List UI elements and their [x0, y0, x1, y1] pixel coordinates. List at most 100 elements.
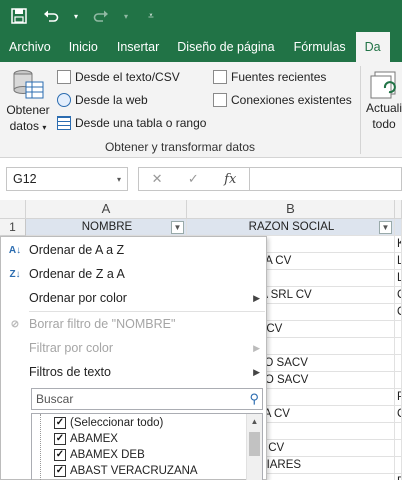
save-icon[interactable] [8, 5, 30, 27]
filter-dropdown-menu: A↓ Ordenar de A a Z Z↓ Ordenar de Z a A … [0, 236, 267, 480]
formula-bar: G12 ▾ ✕ ✓ fx [0, 158, 402, 200]
tab-diseno-pagina[interactable]: Diseño de página [168, 32, 283, 62]
undo-dropdown-icon[interactable]: ▾ [72, 5, 80, 27]
sort-za-label: Ordenar de Z a A [29, 267, 125, 281]
from-text-csv-button[interactable]: Desde el texto/CSV [57, 70, 180, 84]
chevron-down-icon[interactable]: ▾ [117, 175, 121, 184]
recent-sources-button[interactable]: Fuentes recientes [213, 70, 326, 84]
from-table-button[interactable]: Desde una tabla o rango [57, 116, 206, 130]
tab-inicio[interactable]: Inicio [59, 32, 108, 62]
cancel-icon[interactable]: ✕ [152, 171, 163, 187]
cell-c[interactable] [395, 440, 402, 457]
text-filters-item[interactable]: Filtros de texto ▶ [1, 360, 266, 384]
cell-c[interactable]: B [395, 474, 402, 480]
cell-c[interactable] [395, 338, 402, 355]
submenu-arrow-icon: ▶ [253, 292, 260, 303]
header-razon-label: RAZON SOCIAL [248, 221, 335, 233]
select-all-corner[interactable] [0, 200, 26, 219]
clear-filter-item[interactable]: ⊘ Borrar filtro de "NOMBRE" [1, 312, 266, 336]
checkbox-checked-icon[interactable]: ✓ [54, 433, 66, 445]
cell-c[interactable]: O [395, 304, 402, 321]
column-header-c[interactable] [395, 200, 402, 219]
web-icon [57, 93, 71, 107]
list-item-label: ABAMEX DEB [70, 449, 145, 461]
sort-za-icon: Z↓ [9, 268, 21, 280]
tab-formulas[interactable]: Fórmulas [284, 32, 356, 62]
submenu-arrow-icon: ▶ [253, 366, 260, 377]
from-table-label: Desde una tabla o rango [75, 116, 207, 130]
clear-filter-label: Borrar filtro de "NOMBRE" [29, 317, 176, 331]
tab-insertar[interactable]: Insertar [108, 32, 168, 62]
enter-icon[interactable]: ✓ [188, 171, 199, 187]
sort-color-label: Ordenar por color [29, 291, 127, 305]
formula-controls: ✕ ✓ fx [138, 167, 250, 191]
header-cell-c[interactable] [395, 219, 402, 236]
redo-icon[interactable] [90, 5, 112, 27]
refresh-all-button[interactable]: Actuali todo [364, 68, 402, 142]
column-header-b[interactable]: B [187, 200, 395, 219]
search-icon[interactable]: ⚲ [249, 391, 259, 407]
sort-a-to-z-item[interactable]: A↓ Ordenar de A a Z [1, 238, 266, 262]
scroll-up-icon[interactable]: ▲ [247, 414, 262, 430]
formula-input[interactable] [250, 167, 402, 191]
checkbox-checked-icon[interactable]: ✓ [54, 417, 66, 429]
text-filters-label: Filtros de texto [29, 365, 111, 379]
ribbon-data-panel: Obtener datos ▾ Desde el texto/CSV Desde … [0, 62, 402, 158]
cell-c[interactable]: K [395, 236, 402, 253]
cell-c[interactable] [395, 423, 402, 440]
column-header-a[interactable]: A [26, 200, 187, 219]
checkbox-checked-icon[interactable]: ✓ [54, 449, 66, 461]
cell-c[interactable] [395, 355, 402, 372]
redo-dropdown-icon[interactable]: ▾ [122, 5, 130, 27]
cell-c[interactable] [395, 321, 402, 338]
cell-c[interactable]: P [395, 389, 402, 406]
cell-c[interactable]: C [395, 287, 402, 304]
filter-search-input[interactable]: Buscar ⚲ [31, 388, 263, 410]
filter-dropdown-button-b[interactable]: ▼ [379, 221, 392, 234]
row-header-1[interactable]: 1 [0, 219, 26, 236]
database-icon [13, 70, 44, 99]
list-item[interactable]: ✓ (Seleccionar todo) [54, 415, 163, 431]
clear-filter-icon: ⊘ [10, 318, 20, 330]
list-item[interactable]: ✓ ABAST VERACRUZANA [54, 463, 198, 479]
sort-az-icon: A↓ [8, 244, 22, 256]
connections-icon [213, 93, 227, 107]
list-item-label: ABAST VERACRUZANA [70, 465, 198, 477]
name-box[interactable]: G12 ▾ [6, 167, 128, 191]
list-item[interactable]: ✓ ABAMEX DEB [54, 447, 145, 463]
from-web-label: Desde la web [75, 93, 148, 107]
recent-sources-icon [213, 70, 227, 84]
cell-c[interactable]: C [395, 406, 402, 423]
list-item[interactable]: ✓ ABAMEX [54, 431, 118, 447]
header-cell-razon-social[interactable]: RAZON SOCIAL ▼ [187, 219, 395, 236]
tab-datos[interactable]: Da [355, 32, 390, 62]
cell-c[interactable] [395, 372, 402, 389]
fx-icon[interactable]: fx [224, 172, 236, 187]
header-cell-nombre[interactable]: NOMBRE ▼ [26, 219, 187, 236]
sort-z-to-a-item[interactable]: Z↓ Ordenar de Z a A [1, 262, 266, 286]
filter-by-color-item[interactable]: Filtrar por color ▶ [1, 336, 266, 360]
tab-archivo[interactable]: Archivo [0, 32, 59, 62]
refresh-icon [370, 71, 396, 99]
cell-c[interactable] [395, 457, 402, 474]
customize-icon[interactable]: ⩡ [140, 5, 162, 27]
from-web-button[interactable]: Desde la web [57, 93, 148, 107]
group-label: Obtener y transformar datos [104, 140, 256, 154]
cell-c[interactable]: L [395, 270, 402, 287]
existing-connections-button[interactable]: Conexiones existentes [213, 93, 352, 107]
cell-c[interactable]: L [395, 253, 402, 270]
quick-access-toolbar: ▾ ▾ ⩡ [0, 0, 402, 32]
undo-icon[interactable] [40, 5, 62, 27]
scroll-thumb[interactable] [249, 432, 260, 456]
filter-dropdown-button[interactable]: ▼ [171, 221, 184, 234]
refresh-label: Actuali [365, 101, 402, 115]
list-scrollbar[interactable]: ▲ [246, 414, 262, 480]
filter-values-list[interactable]: ✓ (Seleccionar todo) ✓ ABAMEX ✓ ABAMEX D… [31, 413, 263, 480]
checkbox-checked-icon[interactable]: ✓ [54, 465, 66, 477]
sort-by-color-item[interactable]: Ordenar por color ▶ [1, 286, 266, 310]
table-icon [57, 116, 71, 130]
ribbon-tabs: Archivo Inicio Insertar Diseño de página… [0, 32, 402, 62]
ribbon-separator [360, 66, 361, 154]
get-data-button[interactable]: Obtener datos ▾ [4, 68, 52, 142]
filter-color-label: Filtrar por color [29, 341, 114, 355]
